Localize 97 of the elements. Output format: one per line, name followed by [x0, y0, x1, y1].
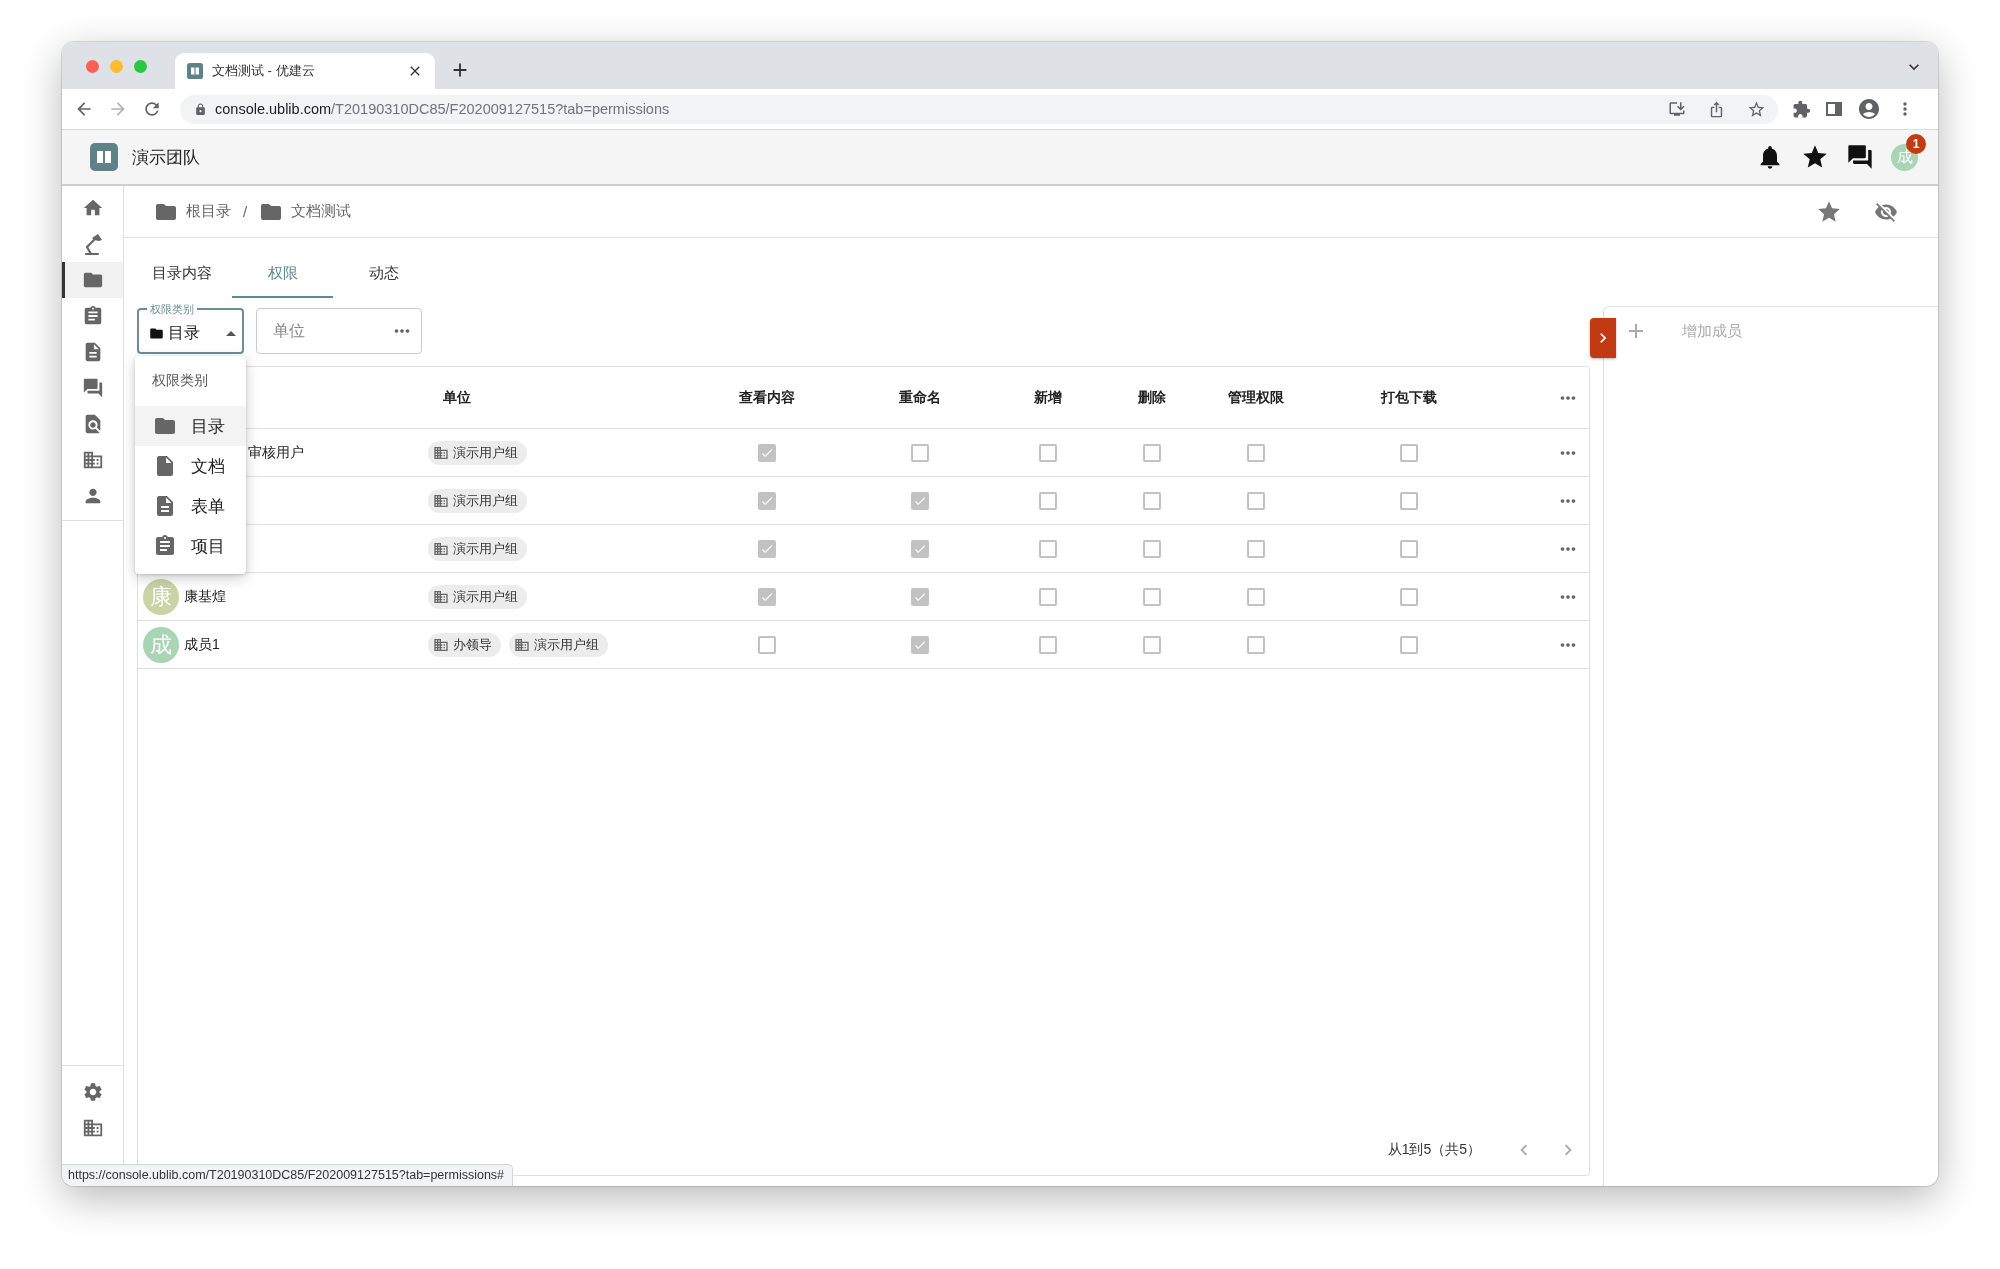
reload-icon[interactable] [142, 99, 162, 119]
share-icon[interactable] [1708, 100, 1725, 118]
bookmark-star-icon[interactable] [1747, 99, 1766, 119]
permission-checkbox[interactable] [1247, 587, 1265, 606]
menu-title: 权限类别 [151, 371, 209, 390]
building-icon[interactable] [81, 1117, 104, 1139]
chat-icon[interactable] [1846, 143, 1874, 171]
permission-checkbox[interactable] [1143, 635, 1161, 654]
menu-item[interactable]: 项目 [135, 526, 246, 566]
permission-checkbox[interactable] [1400, 443, 1418, 462]
breadcrumb-link[interactable]: 根目录 [186, 202, 231, 221]
unit-chip: 演示用户组 [428, 488, 527, 513]
permission-checkbox[interactable] [1400, 539, 1418, 558]
building-icon [433, 636, 449, 653]
permission-checkbox[interactable] [1400, 491, 1418, 510]
permission-checkbox[interactable] [1143, 491, 1161, 510]
unit-chip: 演示用户组 [428, 440, 527, 465]
permission-checkbox[interactable] [911, 443, 929, 462]
permission-checkbox[interactable] [1247, 443, 1265, 462]
permission-checkbox[interactable] [758, 491, 776, 510]
column-header: 管理权限 [1228, 388, 1284, 407]
install-icon[interactable] [1668, 100, 1686, 118]
unit-input[interactable]: 单位 [271, 321, 371, 341]
permission-checkbox[interactable] [911, 635, 929, 654]
lock-icon [194, 102, 207, 116]
permission-checkbox[interactable] [1039, 539, 1057, 558]
building-icon [433, 540, 449, 557]
member-name: 成员1 [184, 635, 220, 654]
building-icon [81, 449, 104, 471]
permission-checkbox[interactable] [758, 635, 776, 654]
unit-field[interactable]: 单位 [256, 308, 422, 354]
menu-item[interactable]: 表单 [135, 486, 246, 526]
unit-chip: 演示用户组 [428, 584, 527, 609]
permission-checkbox[interactable] [1039, 635, 1057, 654]
breadcrumb-separator: / [243, 203, 248, 220]
caret-up-icon [226, 330, 236, 336]
column-header: 打包下载 [1381, 388, 1437, 407]
clipboard-icon [153, 534, 177, 558]
permission-checkbox[interactable] [1400, 635, 1418, 654]
unit-chip: 演示用户组 [428, 536, 527, 561]
member-avatar: 成 [143, 626, 179, 663]
app-logo-icon [90, 143, 118, 171]
permission-checkbox[interactable] [911, 491, 929, 510]
column-header: 新增 [1034, 388, 1062, 407]
favicon-icon [187, 63, 203, 79]
permission-checkbox[interactable] [1247, 635, 1265, 654]
member-name: 康基煌 [184, 587, 226, 606]
menu-item[interactable]: 文档 [135, 446, 246, 486]
column-header: 删除 [1138, 388, 1166, 407]
column-header: 重命名 [899, 388, 941, 407]
permission-checkbox[interactable] [1400, 587, 1418, 606]
permission-checkbox[interactable] [1247, 491, 1265, 510]
unit-chip: 办领导 [428, 632, 501, 657]
pagination-text: 从1到5（共5） [1387, 1141, 1481, 1159]
breadcrumb-link[interactable]: 文档测试 [291, 202, 352, 221]
collapse-panel-button[interactable] [1590, 318, 1616, 358]
building-icon [433, 444, 449, 461]
member-avatar: 康 [143, 578, 179, 615]
permission-checkbox[interactable] [1143, 443, 1161, 462]
permission-checkbox[interactable] [1143, 539, 1161, 558]
select-label: 权限类别 [147, 302, 197, 316]
building-icon [433, 588, 449, 605]
building-icon [514, 636, 530, 653]
permission-checkbox[interactable] [1247, 539, 1265, 558]
chat-icon [81, 377, 104, 399]
url-text: console.ublib.com/T20190310DC85/F202009127515?tab=permissions [215, 101, 671, 117]
column-header: 查看内容 [739, 388, 795, 407]
permission-checkbox[interactable] [1143, 587, 1161, 606]
unit-chip: 演示用户组 [509, 632, 608, 657]
close-window-button[interactable] [86, 60, 99, 73]
sidebar-item[interactable] [62, 262, 123, 298]
status-url: https://console.ublib.com/T20190310DC85/F202009127515?tab=permissions# [62, 1164, 514, 1186]
permission-checkbox[interactable] [758, 539, 776, 558]
permission-checkbox[interactable] [911, 539, 929, 558]
settings-icon[interactable] [81, 1081, 104, 1103]
permission-checkbox[interactable] [911, 587, 929, 606]
permission-checkbox[interactable] [758, 443, 776, 462]
permission-checkbox[interactable] [1039, 491, 1057, 510]
permission-checkbox[interactable] [1039, 587, 1057, 606]
tab[interactable]: 权限 [232, 250, 333, 298]
tab[interactable]: 动态 [333, 250, 434, 298]
permission-checkbox[interactable] [1039, 443, 1057, 462]
side-panel-icon[interactable] [1825, 100, 1843, 118]
browser-tab[interactable]: 文档测试 - 优建云 [175, 53, 435, 89]
permission-checkbox[interactable] [758, 587, 776, 606]
member-name: 审核用户 [248, 443, 304, 462]
address-bar[interactable]: console.ublib.com/T20190310DC85/F202009127515?tab=permissions [180, 94, 1778, 124]
team-name: 演示团队 [132, 146, 201, 169]
profile-icon[interactable] [1857, 97, 1881, 121]
maximize-window-button[interactable] [134, 60, 147, 73]
select-value: 目录 [168, 322, 201, 343]
extensions-icon[interactable] [1792, 99, 1811, 119]
tab-title: 文档测试 - 优建云 [212, 62, 316, 80]
building-icon [433, 492, 449, 509]
column-header: 单位 [442, 388, 471, 407]
tab[interactable]: 目录内容 [131, 250, 232, 298]
menu-item[interactable]: 目录 [135, 406, 246, 446]
